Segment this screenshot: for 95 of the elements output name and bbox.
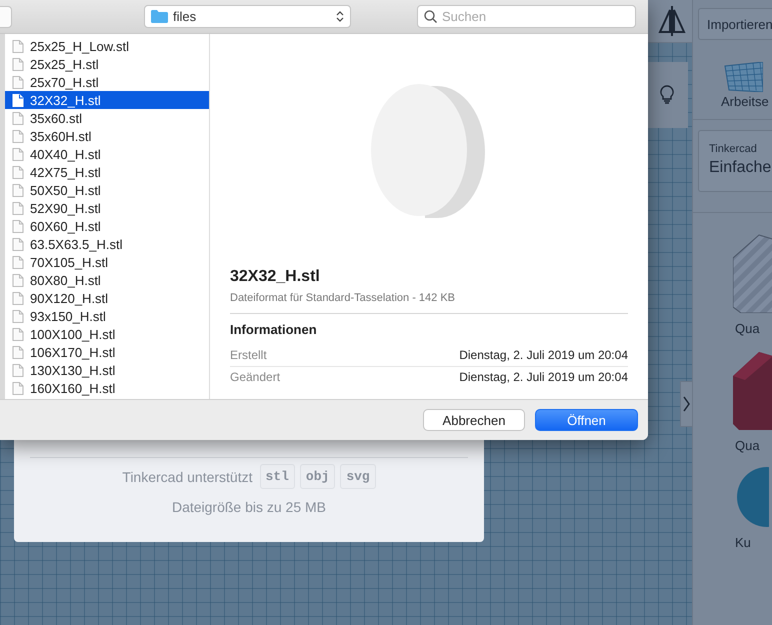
- format-tag: stl: [260, 464, 295, 489]
- file-name: 40X40_H.stl: [30, 146, 101, 162]
- document-icon: [12, 364, 24, 376]
- document-icon: [12, 328, 24, 340]
- file-name: 90X120_H.stl: [30, 290, 108, 306]
- file-name: 100X100_H.stl: [30, 326, 116, 342]
- file-row[interactable]: 25x25_H_Low.stl: [5, 37, 209, 55]
- lightbulb-icon: [660, 85, 674, 105]
- file-name: 35x60H.stl: [30, 128, 92, 144]
- file-row[interactable]: 130X130_H.stl: [5, 361, 209, 379]
- document-icon: [12, 382, 24, 394]
- file-description: Dateiformat für Standard-Tasselation - 142 KB: [230, 292, 628, 314]
- preview-filename: 32X32_H.stl: [230, 268, 321, 286]
- document-icon: [12, 148, 24, 160]
- document-icon: [12, 166, 24, 178]
- document-icon: [12, 292, 24, 304]
- file-row[interactable]: 106X170_H.stl: [5, 343, 209, 361]
- file-row[interactable]: 50X50_H.stl: [5, 181, 209, 199]
- library-source: Tinkercad: [709, 143, 758, 155]
- search-field[interactable]: Suchen: [417, 5, 636, 28]
- document-icon: [12, 58, 24, 70]
- workplane-label: Arbeitse: [721, 94, 769, 109]
- file-row[interactable]: 25x70_H.stl: [5, 73, 209, 91]
- file-row[interactable]: 80X80_H.stl: [5, 271, 209, 289]
- document-icon: [12, 112, 24, 124]
- open-button[interactable]: Öffnen: [535, 409, 638, 431]
- info-value: Dienstag, 2. Juli 2019 um 20:04: [459, 348, 628, 362]
- file-name: 63.5X63.5_H.stl: [30, 236, 123, 252]
- file-row[interactable]: 63.5X63.5_H.stl: [5, 235, 209, 253]
- file-row[interactable]: 70X105_H.stl: [5, 253, 209, 271]
- file-name: 160X160_H.stl: [30, 380, 116, 396]
- updown-icon: [336, 10, 344, 23]
- search-icon: [424, 10, 437, 23]
- file-name: 25x25_H_Low.stl: [30, 38, 130, 54]
- info-heading: Informationen: [230, 322, 318, 337]
- file-row[interactable]: 52X90_H.stl: [5, 199, 209, 217]
- document-icon: [12, 94, 24, 106]
- document-icon: [12, 184, 24, 196]
- file-name: 25x70_H.stl: [30, 74, 99, 90]
- grid-plane-icon[interactable]: [723, 62, 763, 92]
- cancel-button[interactable]: Abbrechen: [423, 409, 525, 431]
- info-label: Geändert: [230, 370, 280, 384]
- file-row[interactable]: 35x60H.stl: [5, 127, 209, 145]
- file-row[interactable]: 40X40_H.stl: [5, 145, 209, 163]
- file-row[interactable]: 160X160_H.stl: [5, 379, 209, 397]
- file-row[interactable]: 25x25_H.stl: [5, 55, 209, 73]
- document-icon: [12, 76, 24, 88]
- import-button[interactable]: Importieren: [698, 8, 772, 40]
- file-name: 80X80_H.stl: [30, 272, 101, 288]
- chevron-right-icon: [683, 396, 690, 412]
- file-name: 60X60_H.stl: [30, 218, 101, 234]
- box-icon[interactable]: [733, 350, 772, 430]
- file-name: 42X75_H.stl: [30, 164, 101, 180]
- mirror-icon[interactable]: [658, 4, 686, 38]
- file-name: 50X50_H.stl: [30, 182, 101, 198]
- striped-box-icon[interactable]: [733, 233, 772, 313]
- document-icon: [12, 274, 24, 286]
- format-tag: obj: [300, 464, 336, 489]
- file-name: 52X90_H.stl: [30, 200, 101, 216]
- file-name: 25x25_H.stl: [30, 56, 99, 72]
- document-icon: [12, 202, 24, 214]
- file-row[interactable]: 60X60_H.stl: [5, 217, 209, 235]
- library-category: Einfache: [709, 159, 772, 177]
- shape-label: Ku: [735, 535, 751, 550]
- file-row[interactable]: 42X75_H.stl: [5, 163, 209, 181]
- folder-icon: [151, 10, 168, 23]
- hint-card[interactable]: [646, 62, 688, 128]
- location-popup[interactable]: files: [144, 5, 351, 28]
- file-row[interactable]: 100X100_H.stl: [5, 325, 209, 343]
- file-row[interactable]: 35x60.stl: [5, 109, 209, 127]
- file-name: 70X105_H.stl: [30, 254, 108, 270]
- document-icon: [12, 220, 24, 232]
- file-size-note: Dateigröße bis zu 25 MB: [172, 499, 326, 515]
- file-row[interactable]: 93x150_H.stl: [5, 307, 209, 325]
- shape-label: Qua: [735, 438, 760, 453]
- format-tag: svg: [340, 464, 376, 489]
- file-name: 93x150_H.stl: [30, 308, 106, 324]
- collapse-button[interactable]: [680, 381, 692, 427]
- document-icon: [12, 130, 24, 142]
- file-name: 106X170_H.stl: [30, 344, 116, 360]
- library-selector[interactable]: Tinkercad Einfache: [698, 130, 772, 192]
- supported-formats-label: Tinkercad unterstützt: [122, 468, 252, 484]
- document-icon: [12, 40, 24, 52]
- document-icon: [12, 256, 24, 268]
- file-name: 32X32_H.stl: [30, 92, 101, 108]
- document-icon: [12, 238, 24, 250]
- info-value: Dienstag, 2. Juli 2019 um 20:04: [459, 370, 628, 384]
- file-name: 35x60.stl: [30, 110, 82, 126]
- shape-label: Qua: [735, 321, 760, 336]
- file-row[interactable]: 90X120_H.stl: [5, 289, 209, 307]
- document-icon: [12, 346, 24, 358]
- info-label: Erstellt: [230, 348, 267, 362]
- file-row[interactable]: 32X32_H.stl: [5, 91, 209, 109]
- document-icon: [12, 310, 24, 322]
- file-name: 130X130_H.stl: [30, 362, 116, 378]
